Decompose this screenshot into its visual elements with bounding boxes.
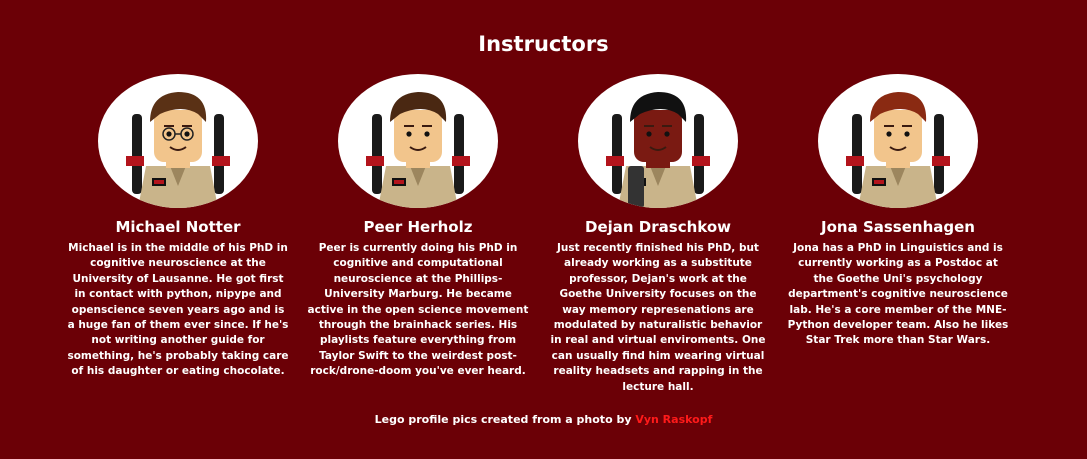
instructors-grid: Michael Notter Michael is in the middle … [58, 74, 1018, 394]
photographer-link[interactable]: Vyn Raskopf [635, 413, 712, 426]
instructor-card: Peer Herholz Peer is currently doing his… [298, 74, 538, 380]
instructor-bio: Jona has a PhD in Linguistics and is cur… [787, 242, 1009, 347]
instructor-name: Peer Herholz [363, 218, 473, 236]
avatar [338, 74, 498, 208]
instructor-bio: Just recently finished his PhD, but alre… [550, 242, 766, 393]
instructor-name: Michael Notter [115, 218, 241, 236]
instructor-bio: Peer is currently doing his PhD in cogni… [307, 242, 529, 378]
avatar [578, 74, 738, 208]
lego-ghostbuster-glasses-avatar [126, 92, 230, 208]
instructor-name: Dejan Draschkow [585, 218, 731, 236]
lego-ghostbuster-redhead-avatar [846, 92, 950, 208]
instructor-card: Dejan Draschkow Just recently finished h… [538, 74, 778, 395]
photo-credit: Lego profile pics created from a photo b… [0, 413, 1087, 426]
instructor-name: Jona Sassenhagen [821, 218, 975, 236]
lego-ghostbuster-avatar [366, 92, 470, 208]
instructor-bio: Michael is in the middle of his PhD in c… [67, 242, 289, 378]
avatar [818, 74, 978, 208]
instructor-card: Jona Sassenhagen Jona has a PhD in Lingu… [778, 74, 1018, 349]
lego-ghostbuster-dark-avatar [606, 92, 710, 208]
avatar [98, 74, 258, 208]
instructor-card: Michael Notter Michael is in the middle … [58, 74, 298, 380]
section-title: Instructors [478, 32, 609, 56]
credit-text: Lego profile pics created from a photo b… [374, 413, 636, 426]
